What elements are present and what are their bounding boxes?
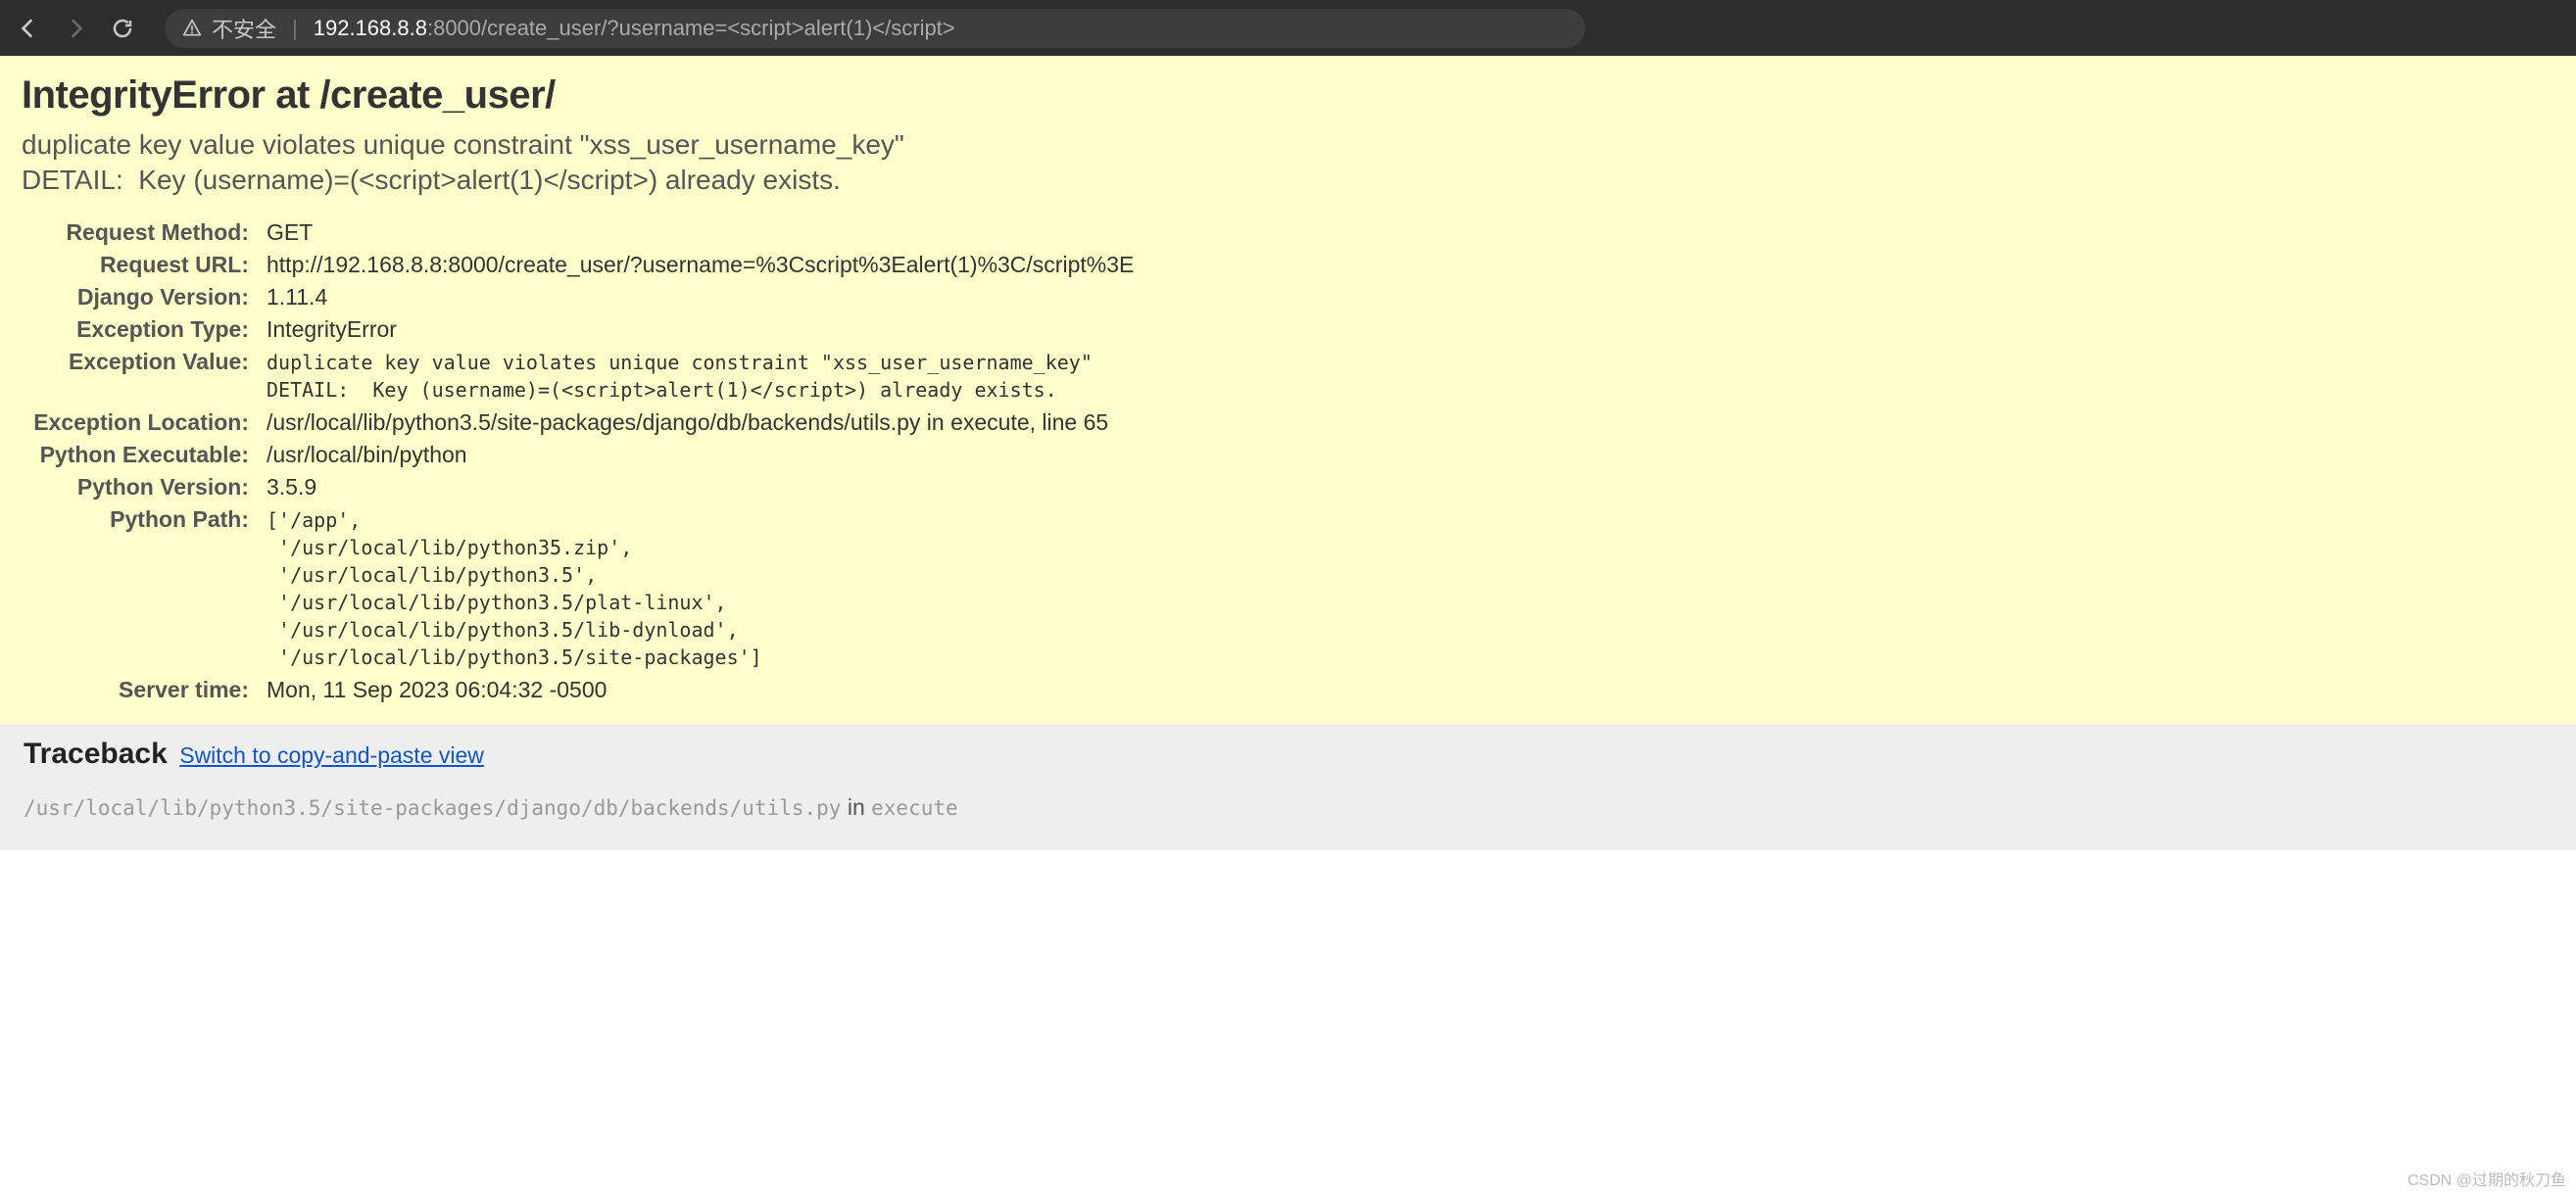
frame-in-word: in [841, 794, 871, 820]
meta-label-python-executable: Python Executable: [22, 439, 257, 471]
arrow-right-icon [63, 16, 88, 41]
table-row: Exception Value: duplicate key value vio… [22, 346, 1134, 406]
meta-value-exception-type: IntegrityError [257, 313, 1134, 346]
error-title: IntegrityError at /create_user/ [22, 73, 2554, 118]
meta-label-exception-location: Exception Location: [22, 406, 257, 439]
meta-label-python-path: Python Path: [22, 503, 257, 674]
meta-label-request-method: Request Method: [22, 216, 257, 249]
meta-value-python-path: ['/app', '/usr/local/lib/python35.zip', … [267, 506, 1134, 671]
url-host: 192.168.8.8 [314, 16, 427, 40]
error-path: /create_user/ [319, 73, 555, 117]
traceback-section: Traceback Switch to copy-and-paste view … [0, 724, 2576, 850]
meta-value-request-method: GET [257, 216, 1134, 249]
meta-label-python-version: Python Version: [22, 471, 257, 503]
reload-button[interactable] [110, 16, 135, 41]
nav-icons-group [16, 16, 135, 41]
meta-label-exception-value: Exception Value: [22, 346, 257, 406]
browser-toolbar: 不安全 | 192.168.8.8:8000/create_user/?user… [0, 0, 2576, 56]
meta-value-python-version: 3.5.9 [257, 471, 1134, 503]
meta-value-exception-value: duplicate key value violates unique cons… [267, 349, 1134, 404]
table-row: Exception Type: IntegrityError [22, 313, 1134, 346]
request-meta-table: Request Method: GET Request URL: http://… [22, 216, 1134, 706]
table-row: Python Executable: /usr/local/bin/python [22, 439, 1134, 471]
meta-label-request-url: Request URL: [22, 249, 257, 281]
exception-message: duplicate key value violates unique cons… [22, 127, 2554, 199]
meta-label-django-version: Django Version: [22, 281, 257, 313]
error-summary: IntegrityError at /create_user/ duplicat… [0, 56, 2576, 724]
table-row: Python Version: 3.5.9 [22, 471, 1134, 503]
reload-icon [111, 17, 134, 40]
url-path: :8000/create_user/?username=<script>aler… [427, 16, 955, 40]
table-row: Request Method: GET [22, 216, 1134, 249]
frame-path: /usr/local/lib/python3.5/site-packages/d… [24, 796, 841, 820]
meta-value-django-version: 1.11.4 [257, 281, 1134, 313]
table-row: Exception Location: /usr/local/lib/pytho… [22, 406, 1134, 439]
table-row: Server time: Mon, 11 Sep 2023 06:04:32 -… [22, 674, 1134, 706]
meta-value-exception-location: /usr/local/lib/python3.5/site-packages/d… [257, 406, 1134, 439]
meta-value-server-time: Mon, 11 Sep 2023 06:04:32 -0500 [257, 674, 1134, 706]
forward-button[interactable] [63, 16, 88, 41]
table-row: Django Version: 1.11.4 [22, 281, 1134, 313]
meta-label-server-time: Server time: [22, 674, 257, 706]
meta-value-python-executable: /usr/local/bin/python [257, 439, 1134, 471]
security-status: 不安全 [212, 13, 276, 44]
watermark: CSDN @过期的秋刀鱼 [2407, 1167, 2566, 1190]
arrow-left-icon [16, 16, 41, 41]
url-divider: | [292, 16, 298, 41]
meta-value-request-url: http://192.168.8.8:8000/create_user/?use… [257, 249, 1134, 281]
traceback-heading: Traceback [24, 738, 168, 770]
traceback-frame: /usr/local/lib/python3.5/site-packages/d… [24, 794, 2552, 821]
address-bar[interactable]: 不安全 | 192.168.8.8:8000/create_user/?user… [165, 9, 1585, 48]
table-row: Request URL: http://192.168.8.8:8000/cre… [22, 249, 1134, 281]
warning-icon [182, 19, 202, 38]
error-type: IntegrityError [22, 73, 266, 117]
back-button[interactable] [16, 16, 41, 41]
url-text: 192.168.8.8:8000/create_user/?username=<… [314, 16, 955, 41]
frame-function: execute [871, 796, 958, 820]
table-row: Python Path: ['/app', '/usr/local/lib/py… [22, 503, 1134, 674]
meta-label-exception-type: Exception Type: [22, 313, 257, 346]
switch-view-link[interactable]: Switch to copy-and-paste view [179, 742, 484, 768]
error-at-word: at [266, 73, 320, 117]
